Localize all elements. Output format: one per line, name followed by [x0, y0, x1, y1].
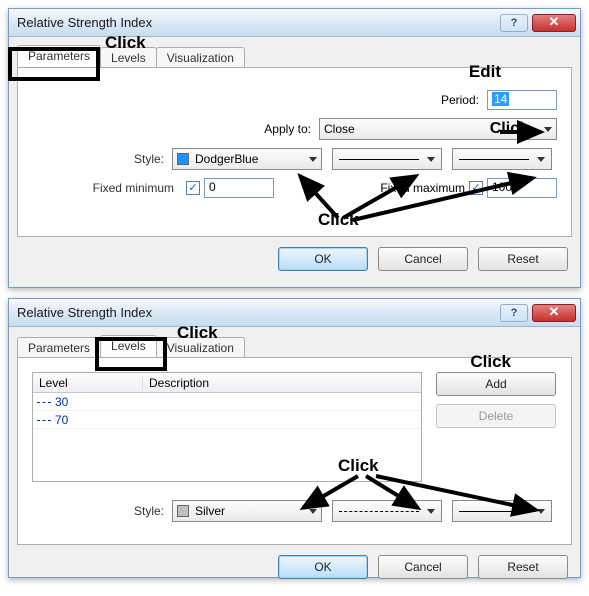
color-swatch	[177, 505, 189, 517]
style-color-combo[interactable]: Silver	[172, 500, 322, 522]
tab-levels[interactable]: Levels	[100, 47, 157, 68]
tab-parameters[interactable]: Parameters	[17, 337, 101, 358]
fixed-max-input[interactable]: 100	[487, 178, 557, 198]
reset-button[interactable]: Reset	[478, 555, 568, 579]
style-color-combo[interactable]: DodgerBlue	[172, 148, 322, 170]
tab-panel-levels: Click Level Description 30 70 Add	[17, 357, 572, 545]
color-swatch	[177, 153, 189, 165]
chevron-down-icon	[544, 127, 552, 132]
cancel-button[interactable]: Cancel	[378, 555, 468, 579]
style-label: Style:	[32, 504, 172, 518]
level-value: 30	[55, 395, 68, 409]
dialog-footer: OK Cancel Reset	[17, 545, 572, 583]
annotation-click-apply: Click	[490, 120, 528, 138]
col-description: Description	[143, 376, 421, 390]
dialog-title: Relative Strength Index	[17, 15, 496, 30]
add-button[interactable]: Add	[436, 372, 556, 396]
fixed-min-label: Fixed minimum	[32, 181, 182, 195]
style-color-name: DodgerBlue	[195, 152, 258, 166]
tab-levels[interactable]: Levels	[100, 335, 157, 357]
style-color-name: Silver	[195, 504, 225, 518]
chevron-down-icon	[427, 157, 435, 162]
fixed-min-input[interactable]: 0	[204, 178, 274, 198]
tab-visualization[interactable]: Visualization	[156, 337, 245, 358]
fixed-min-checkbox[interactable]: ✓	[186, 181, 200, 195]
dialog-footer: OK Cancel Reset	[17, 237, 572, 275]
applyto-value: Close	[324, 122, 355, 136]
applyto-combo[interactable]: Close Click	[319, 118, 557, 140]
chevron-down-icon	[537, 157, 545, 162]
cancel-button[interactable]: Cancel	[378, 247, 468, 271]
style-label: Style:	[32, 152, 172, 166]
style-line-combo[interactable]	[332, 148, 442, 170]
chevron-down-icon	[309, 509, 317, 514]
level-line-icon	[37, 420, 51, 421]
tab-visualization[interactable]: Visualization	[156, 47, 245, 68]
style-line-combo[interactable]	[332, 500, 442, 522]
line-style-preview	[339, 511, 419, 512]
level-line-icon	[37, 402, 51, 403]
tab-strip: Parameters Levels Visualization	[17, 333, 572, 357]
dialog-title: Relative Strength Index	[17, 305, 496, 320]
line-width-preview	[459, 159, 529, 160]
levels-table[interactable]: Level Description 30 70	[32, 372, 422, 482]
rsi-dialog-levels: Relative Strength Index ? ✕ Click Parame…	[8, 298, 581, 578]
annotation-click-style: Click	[318, 210, 359, 230]
fixed-max-label: Fixed maximum	[380, 181, 465, 195]
period-label: Period:	[441, 93, 479, 107]
titlebar[interactable]: Relative Strength Index ? ✕	[9, 299, 580, 327]
help-button[interactable]: ?	[500, 14, 528, 32]
style-width-combo[interactable]	[452, 148, 552, 170]
level-value: 70	[55, 413, 68, 427]
col-level: Level	[33, 376, 143, 390]
line-width-preview	[459, 511, 529, 512]
table-row[interactable]: 30	[33, 393, 421, 411]
tab-parameters[interactable]: Parameters	[17, 45, 101, 67]
chevron-down-icon	[537, 509, 545, 514]
close-button[interactable]: ✕	[532, 14, 576, 32]
period-input[interactable]: 14	[487, 90, 557, 110]
reset-button[interactable]: Reset	[478, 247, 568, 271]
fixed-max-checkbox[interactable]: ✓	[469, 181, 483, 195]
tab-strip: Parameters Levels Visualization	[17, 43, 572, 67]
applyto-label: Apply to:	[264, 122, 311, 136]
titlebar[interactable]: Relative Strength Index ? ✕	[9, 9, 580, 37]
chevron-down-icon	[309, 157, 317, 162]
help-button[interactable]: ?	[500, 304, 528, 322]
levels-table-header: Level Description	[33, 373, 421, 393]
style-width-combo[interactable]	[452, 500, 552, 522]
rsi-dialog-parameters: Relative Strength Index ? ✕ Click Parame…	[8, 8, 581, 288]
line-style-preview	[339, 159, 419, 160]
tab-panel-parameters: Edit Period: 14 Apply to: Close Click St…	[17, 67, 572, 237]
ok-button[interactable]: OK	[278, 247, 368, 271]
table-row[interactable]: 70	[33, 411, 421, 429]
delete-button[interactable]: Delete	[436, 404, 556, 428]
chevron-down-icon	[427, 509, 435, 514]
ok-button[interactable]: OK	[278, 555, 368, 579]
close-button[interactable]: ✕	[532, 304, 576, 322]
